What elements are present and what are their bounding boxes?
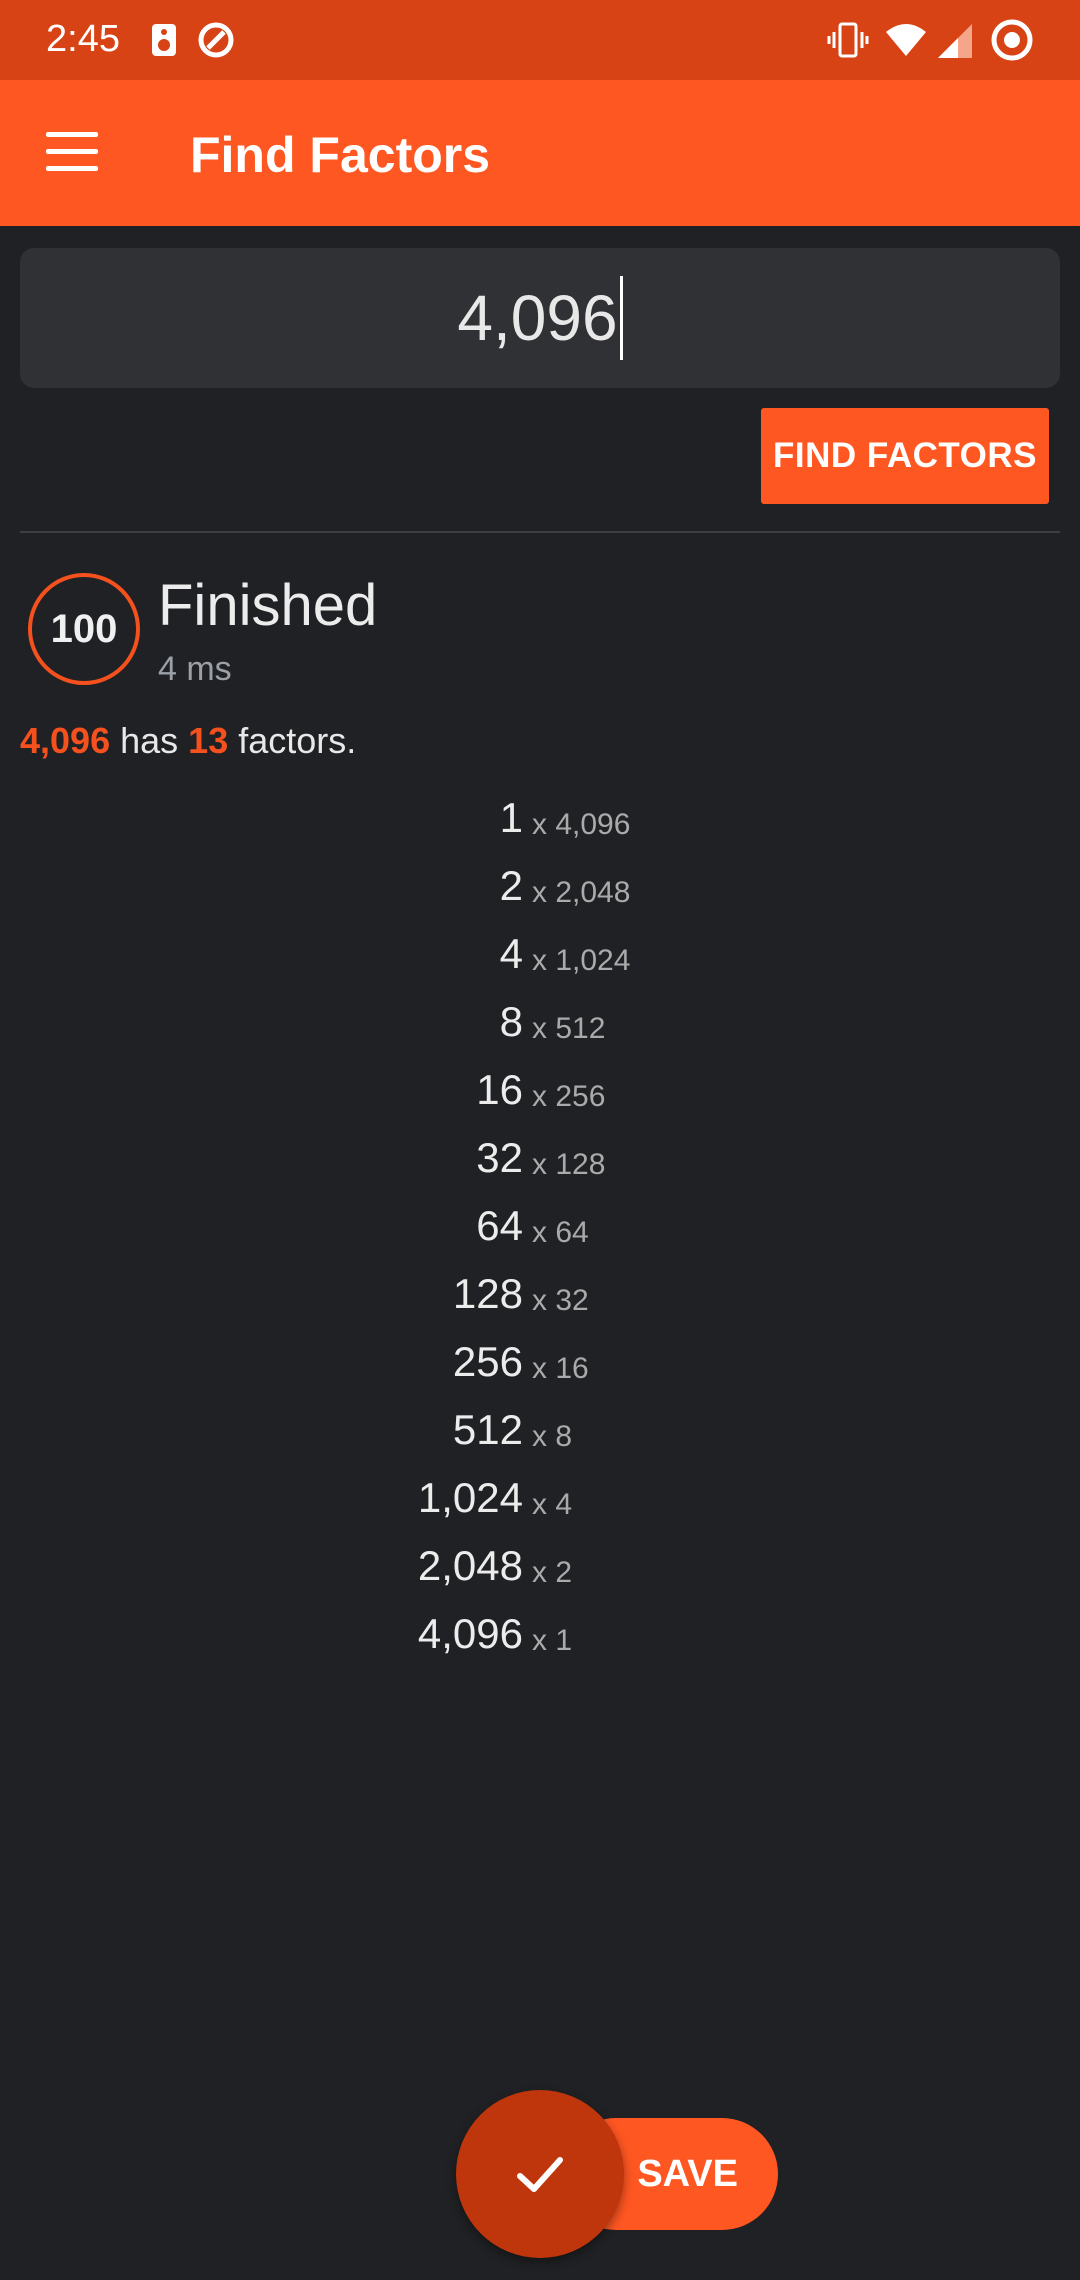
status-time: 2:45: [46, 18, 120, 60]
factor-list: 1x 4,096 2x 2,048 4x 1,024 8x 512 16 x 25…: [0, 790, 1080, 1674]
factor-value: 1,024: [417, 1474, 523, 1521]
factor-value: 2: [499, 862, 523, 909]
status-title: Finished: [158, 573, 378, 638]
summary-count: 13: [188, 720, 229, 761]
speaker-icon: [152, 24, 176, 56]
summary-number: 4,096: [20, 720, 111, 761]
factor-value: 512: [452, 1406, 523, 1453]
status-bar: 2:45: [0, 0, 1080, 80]
factor-row: 1,024 x 4: [0, 1470, 1080, 1538]
factor-pair: x 2,048: [532, 876, 631, 909]
factor-value: 8: [499, 998, 523, 1045]
factor-pair: x 4: [532, 1488, 573, 1521]
factor-value: 32: [476, 1134, 523, 1181]
factor-row: 512 x 8: [0, 1402, 1080, 1470]
factor-pair: x 64: [532, 1216, 589, 1249]
factor-pair: x 1,024: [532, 944, 631, 977]
progress-indicator: 100: [28, 573, 140, 685]
summary-has: has: [120, 720, 179, 761]
factor-row: 64 x 64: [0, 1198, 1080, 1266]
factor-row: 1 x 4,096: [0, 790, 1080, 858]
factor-value: 4: [499, 930, 523, 977]
save-label: SAVE: [637, 2152, 738, 2195]
factor-pair: x 16: [532, 1352, 589, 1385]
factor-summary: 4,096 has 13 factors.: [20, 720, 356, 762]
vibrate-icon: [827, 22, 869, 58]
factor-pair: x 1: [532, 1624, 573, 1657]
record-icon: [991, 19, 1033, 61]
divider: [20, 531, 1060, 533]
factor-row: 4 x 1,024: [0, 926, 1080, 994]
save-fab[interactable]: [456, 2090, 624, 2258]
wifi-icon: [886, 24, 926, 56]
app-bar: Find Factors: [0, 80, 1080, 226]
factor-row: 2,048 x 2: [0, 1538, 1080, 1606]
summary-suffix: factors.: [238, 720, 357, 761]
factor-pair: x 512: [532, 1012, 606, 1045]
factor-value: 16: [476, 1066, 523, 1113]
factor-row: 128 x 32: [0, 1266, 1080, 1334]
factor-row: 16 x 256: [0, 1062, 1080, 1130]
page-title: Find Factors: [190, 127, 491, 183]
text-cursor: [619, 276, 623, 360]
factor-pair: x 128: [532, 1148, 606, 1181]
number-input-value: 4,096: [457, 282, 618, 354]
factor-value: 128: [452, 1270, 523, 1317]
sync-icon: [198, 22, 234, 58]
signal-icon: [938, 24, 972, 58]
factor-row: 256 x 16: [0, 1334, 1080, 1402]
factor-pair: x 2: [532, 1556, 573, 1589]
check-icon: [517, 2157, 563, 2192]
status-elapsed: 4 ms: [158, 650, 232, 688]
progress-value: 100: [50, 606, 118, 651]
hamburger-menu-icon[interactable]: [46, 132, 98, 174]
factor-pair: x 256: [532, 1080, 606, 1113]
factor-value: 4,096: [417, 1610, 523, 1657]
factor-row: 2 x 2,048: [0, 858, 1080, 926]
factor-row: 8 x 512: [0, 994, 1080, 1062]
factor-pair: x 4,096: [532, 808, 631, 841]
factor-value: 1: [499, 794, 523, 841]
factor-row: 4,096 x 1: [0, 1606, 1080, 1674]
factor-value: 2,048: [417, 1542, 523, 1589]
factor-row: 32 x 128: [0, 1130, 1080, 1198]
factor-pair: x 32: [532, 1284, 589, 1317]
factor-value: 256: [452, 1338, 523, 1385]
find-factors-button[interactable]: FIND FACTORS: [761, 408, 1049, 504]
number-input[interactable]: 4,096: [20, 248, 1060, 388]
factor-pair: x 8: [532, 1420, 573, 1453]
factor-value: 64: [476, 1202, 523, 1249]
